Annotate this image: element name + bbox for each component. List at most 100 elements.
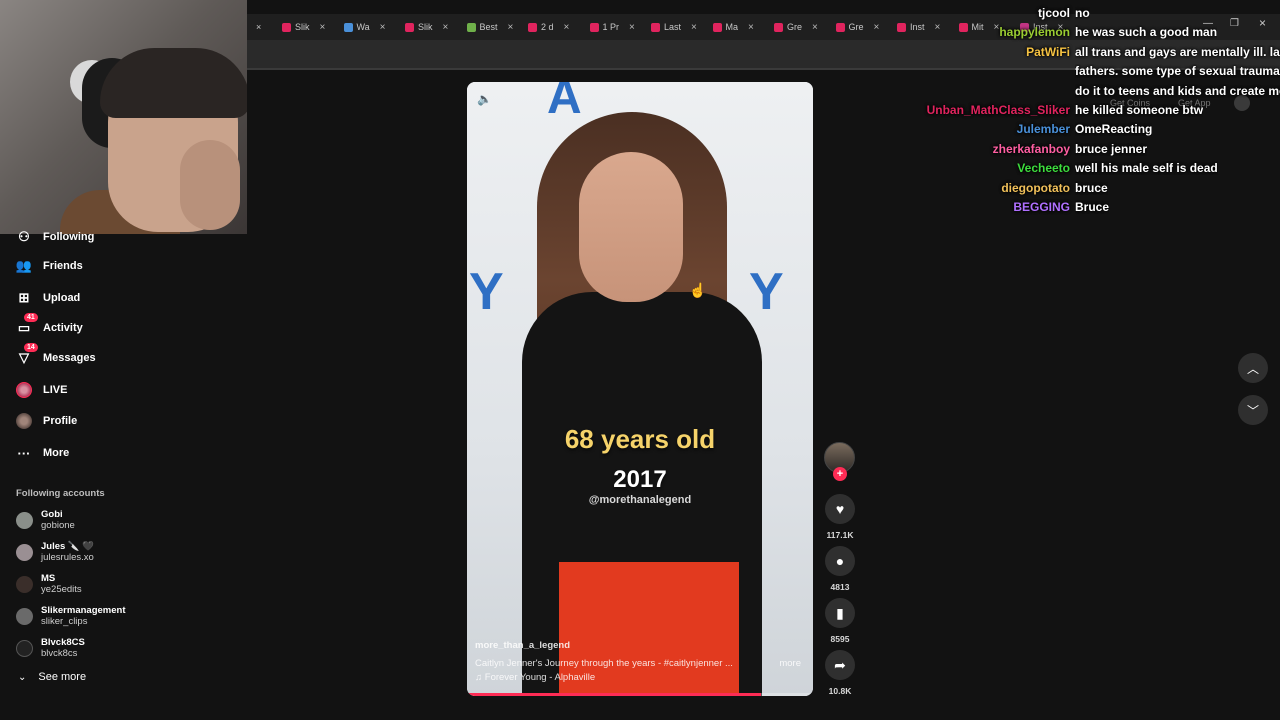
tab-favicon-icon [774, 22, 783, 32]
sidebar-item-profile[interactable]: Profile [16, 413, 77, 429]
chat-message: he killed someone btw [1075, 103, 1204, 117]
browser-tab[interactable]: Ma × [712, 18, 754, 36]
sidebar-item-friends[interactable]: 👥 Friends [16, 258, 83, 274]
browser-tab[interactable]: Slik × [405, 18, 448, 36]
volume-icon[interactable]: 🔈 [477, 92, 492, 106]
account-name: Gobi [41, 509, 63, 520]
sidebar-item-label: More [43, 447, 70, 459]
background-logo-fragment: A [547, 82, 582, 124]
sidebar-item-messages[interactable]: ▽ 14 Messages [16, 343, 96, 366]
tab-close-icon[interactable]: × [320, 22, 326, 33]
more-icon: ··· [17, 445, 31, 461]
sidebar-item-live[interactable]: LIVE [16, 382, 67, 398]
chat-message: fathers. some type of sexual trauma. t [1075, 64, 1280, 79]
browser-tab[interactable]: Inst × [897, 18, 940, 36]
browser-tab[interactable]: 1 Pr × [589, 18, 635, 36]
tab-label: Wa [356, 22, 370, 32]
following-account-item[interactable]: Slikermanagement sliker_clips [16, 605, 125, 627]
tab-close-icon[interactable]: × [564, 22, 570, 33]
video-overlay-handle: @morethanalegend [588, 494, 692, 506]
tab-label: Last [664, 22, 682, 32]
like-count: 117.1K [826, 530, 854, 540]
chat-username: Vecheeto [1017, 161, 1070, 176]
friends-icon: 👥 [15, 258, 33, 273]
tab-label: Slik [295, 22, 310, 32]
video-overlay-age: 68 years old [564, 424, 716, 454]
following-account-item[interactable]: Gobi gobione [16, 509, 75, 531]
chat-username: Unban_MathClass_Sliker [926, 103, 1070, 117]
background-logo-fragment: Y [469, 263, 504, 321]
profile-icon [16, 413, 32, 429]
save-button[interactable]: ▮ [825, 598, 855, 628]
tab-close-icon[interactable]: × [443, 22, 449, 33]
tab-close-icon[interactable]: × [691, 22, 697, 33]
tab-close-icon[interactable]: × [629, 22, 635, 33]
sidebar-item-more[interactable]: ··· More [16, 445, 70, 461]
account-name: Blvck8CS [41, 637, 85, 648]
follow-plus-icon[interactable]: + [833, 467, 847, 481]
tab-close-icon[interactable]: × [508, 22, 514, 33]
messages-badge: 14 [24, 343, 38, 352]
sidebar-item-following[interactable]: ⚇ Following [16, 229, 94, 245]
see-more-button[interactable]: ⌄ See more [18, 671, 86, 683]
chevron-down-icon: ﹀ [1246, 403, 1259, 418]
account-handle: julesrules.xo [41, 552, 94, 563]
tab-label: Ma [725, 22, 739, 32]
following-account-item[interactable]: Blvck8CS blvck8cs [16, 637, 85, 659]
like-button[interactable]: ♥ [825, 494, 855, 524]
browser-tab[interactable]: Wa × [343, 18, 386, 36]
tab-close-icon[interactable]: × [256, 18, 261, 36]
avatar [16, 607, 33, 625]
following-account-item[interactable]: Jules 🔪 🖤 julesrules.xo [16, 541, 94, 563]
tab-label: Gre [848, 22, 864, 32]
chevron-up-icon: ︿ [1246, 361, 1259, 376]
following-account-item[interactable]: MS ye25edits [16, 573, 82, 595]
browser-tab[interactable]: Last × [651, 18, 697, 36]
video-person-face [579, 152, 683, 302]
tab-close-icon[interactable]: × [748, 22, 754, 33]
avatar [16, 543, 33, 561]
browser-tab[interactable]: Mit × [958, 18, 999, 36]
tab-favicon-icon [528, 22, 537, 32]
tab-label: 1 Pr [602, 22, 620, 32]
live-icon [16, 382, 32, 398]
chat-message: no [1075, 6, 1090, 20]
video-progress-bar[interactable] [467, 693, 813, 696]
tab-label: Inst [910, 22, 925, 32]
tab-favicon-icon [466, 22, 476, 32]
video-player[interactable]: A Y Y 9 🔈 68 years old 2017 @morethanale… [467, 82, 813, 696]
following-icon: ⚇ [18, 229, 30, 244]
account-handle: blvck8cs [41, 648, 78, 659]
close-window-icon[interactable]: × [1259, 16, 1266, 30]
browser-tab[interactable]: Best × [466, 18, 514, 36]
restore-icon[interactable]: ❐ [1230, 18, 1239, 29]
chat-message: Bruce [1075, 200, 1110, 214]
chat-username: zherkafanboy [992, 141, 1070, 156]
account-handle: sliker_clips [41, 616, 88, 627]
tab-close-icon[interactable]: × [380, 22, 386, 33]
browser-tab[interactable]: Gre × [774, 18, 818, 36]
video-music[interactable]: ♫ Forever Young - Alphaville [475, 672, 595, 683]
tab-close-icon[interactable]: × [935, 22, 941, 33]
next-video-button[interactable]: ﹀ [1238, 395, 1268, 425]
caption-more-button[interactable]: more [779, 658, 801, 669]
mouse-cursor-icon: ☝ [689, 282, 707, 298]
account-handle: gobione [41, 520, 75, 531]
share-button[interactable]: ➦ [825, 650, 855, 680]
video-author[interactable]: more_than_a_legend [475, 640, 570, 651]
share-icon: ➦ [834, 656, 846, 673]
browser-tab[interactable]: Gre × [835, 18, 880, 36]
tab-close-icon[interactable]: × [874, 22, 880, 33]
bookmark-icon: ▮ [836, 604, 844, 621]
tab-favicon-icon [712, 22, 722, 32]
sidebar-item-upload[interactable]: ⊞ Upload [16, 290, 81, 306]
tab-close-icon[interactable]: × [812, 22, 818, 33]
browser-tab[interactable]: 2 d × [528, 18, 569, 36]
previous-video-button[interactable]: ︿ [1238, 353, 1268, 383]
chat-message: bruce [1075, 180, 1108, 195]
browser-tab[interactable]: Slik × [282, 18, 325, 36]
comment-button[interactable]: ● [825, 546, 855, 576]
sidebar-item-activity[interactable]: ▭ 41 Activity [16, 313, 83, 336]
tab-favicon-icon [405, 22, 414, 32]
webcam-hand [180, 140, 240, 230]
